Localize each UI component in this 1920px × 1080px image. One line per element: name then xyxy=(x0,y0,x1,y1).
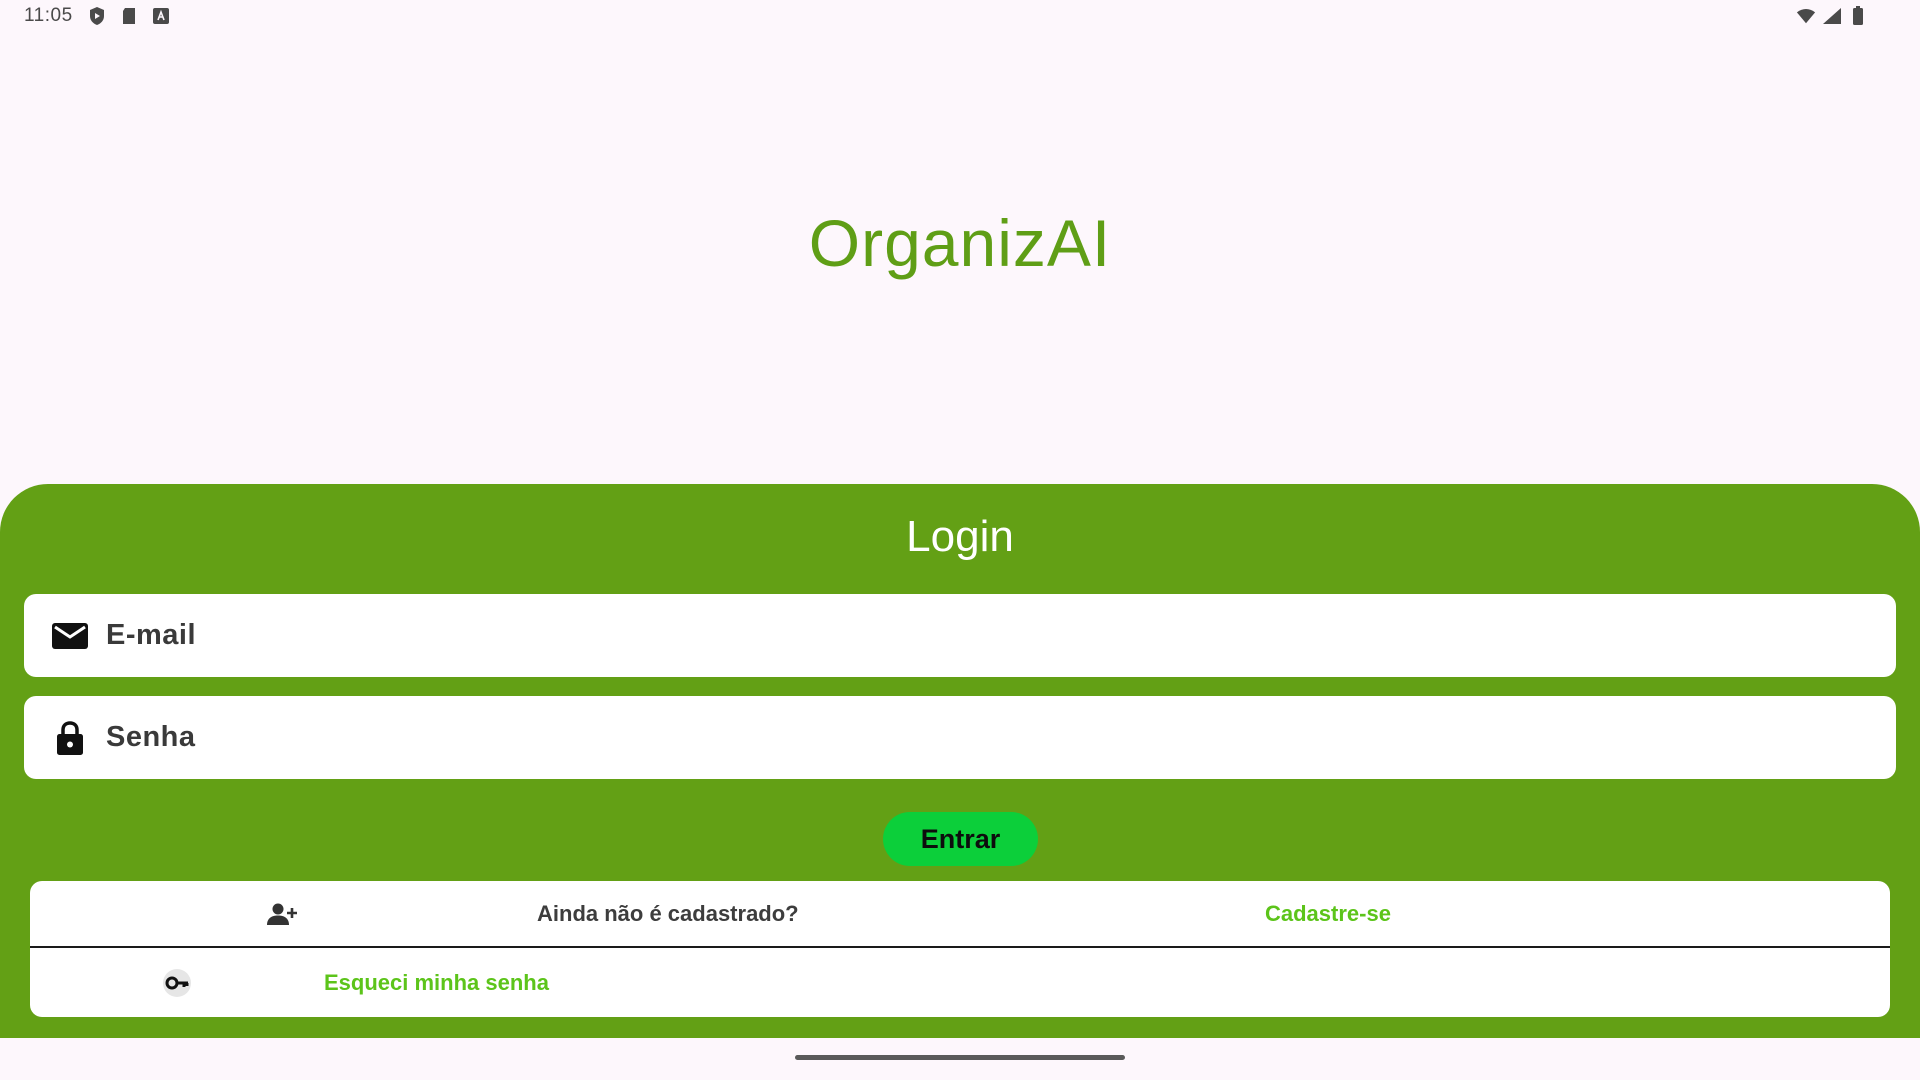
signup-question: Ainda não é cadastrado? xyxy=(537,900,799,926)
gesture-bar[interactable] xyxy=(795,1055,1125,1060)
key-icon xyxy=(162,968,192,998)
shield-play-icon xyxy=(87,6,107,26)
cell-signal-icon xyxy=(1822,6,1842,26)
status-time: 11:05 xyxy=(24,5,73,26)
status-right xyxy=(1796,6,1868,26)
forgot-password-link[interactable]: Esqueci minha senha xyxy=(324,970,549,996)
login-heading: Login xyxy=(906,512,1014,561)
keyboard-a-icon xyxy=(151,6,171,26)
password-placeholder: Senha xyxy=(106,721,196,753)
signup-row: Ainda não é cadastrado? Cadastre-se xyxy=(30,881,1890,948)
email-field[interactable]: E-mail xyxy=(24,594,1896,677)
person-add-icon xyxy=(266,902,298,926)
status-bar: 11:05 xyxy=(0,0,1920,32)
status-left: 11:05 xyxy=(24,5,171,27)
password-field[interactable]: Senha xyxy=(24,696,1896,779)
links-box: Ainda não é cadastrado? Cadastre-se Esqu… xyxy=(30,881,1890,1017)
app-title: OrganizAI xyxy=(808,206,1112,280)
battery-icon xyxy=(1848,6,1868,26)
forgot-row: Esqueci minha senha xyxy=(30,949,1890,1016)
sd-card-icon xyxy=(119,6,139,26)
lock-icon xyxy=(50,718,90,758)
envelope-icon xyxy=(50,616,90,656)
wifi-icon xyxy=(1796,6,1816,26)
enter-button[interactable]: Entrar xyxy=(883,812,1038,866)
email-placeholder: E-mail xyxy=(106,619,197,651)
signup-link[interactable]: Cadastre-se xyxy=(1265,901,1391,927)
